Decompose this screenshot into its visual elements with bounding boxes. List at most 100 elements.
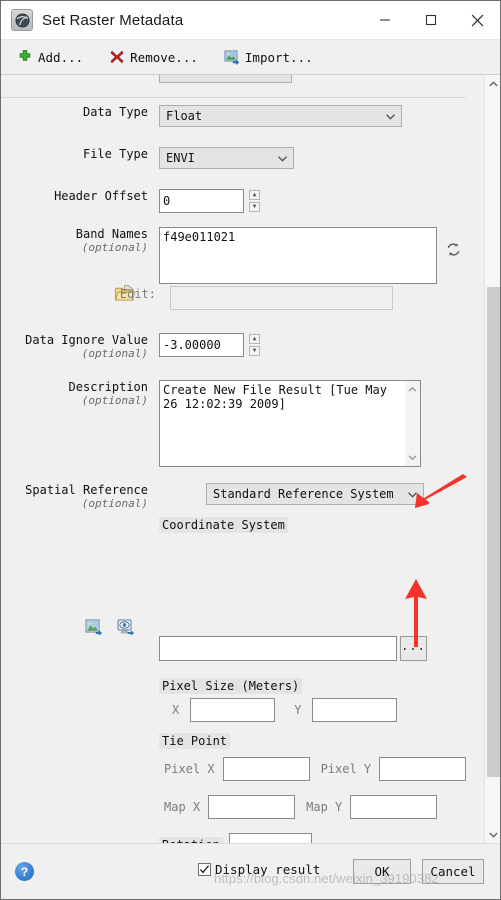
close-button[interactable]: [454, 1, 500, 40]
scrollbar-thumb[interactable]: [487, 287, 500, 777]
band-names-label-text: Band Names: [75, 227, 148, 241]
band-names-label: Band Names (optional): [1, 227, 148, 255]
data-ignore-value-stepper[interactable]: ▲ ▼: [249, 334, 261, 356]
spatial-reference-icons: [85, 619, 137, 641]
spatial-reference-optional: (optional): [81, 497, 148, 510]
description-scrollbar[interactable]: [405, 381, 420, 466]
remove-button[interactable]: Remove...: [109, 49, 198, 65]
tie-point-label-text: Tie Point: [159, 733, 231, 749]
data-ignore-value-optional: (optional): [81, 347, 148, 360]
stepper-up[interactable]: ▲: [249, 334, 260, 344]
header-offset-stepper[interactable]: ▲ ▼: [249, 190, 261, 212]
chevron-up-icon: [488, 80, 498, 86]
field-data-ignore-value: Data Ignore Value (optional) -3.00000 ▲ …: [1, 333, 466, 361]
tie-point-pixel-y-input[interactable]: [379, 757, 467, 781]
description-label: Description (optional): [1, 380, 148, 408]
tie-point-map-x-input[interactable]: [208, 795, 296, 819]
band-name-edit-input[interactable]: [170, 286, 393, 310]
edit-label: Edit:: [119, 287, 156, 301]
globe-icon: [11, 9, 33, 31]
data-type-combo[interactable]: Float: [159, 105, 402, 127]
field-pixel-size: X Y: [169, 698, 398, 722]
stepper-down[interactable]: ▼: [249, 202, 260, 212]
stepper-up[interactable]: ▲: [249, 190, 260, 200]
description-label-text: Description: [68, 380, 148, 394]
image-export-icon[interactable]: [85, 619, 105, 641]
data-ignore-value-label-text: Data Ignore Value: [25, 333, 148, 347]
field-file-type: File Type ENVI: [1, 147, 466, 169]
scroll-area: Data Type Float File Type ENVI Header Of…: [1, 74, 500, 843]
title-bar: Set Raster Metadata: [1, 1, 500, 40]
divider: [1, 97, 466, 98]
field-description: Description (optional) Create New File R…: [1, 380, 466, 467]
add-label: Add...: [38, 49, 84, 65]
chevron-down-icon: [408, 491, 417, 498]
clipped-control-above: [159, 75, 292, 83]
file-type-combo[interactable]: ENVI: [159, 147, 294, 169]
tie-point-pixel-x-input[interactable]: [222, 757, 310, 781]
stepper-down[interactable]: ▼: [249, 346, 260, 356]
pixel-size-x-input[interactable]: [190, 698, 276, 722]
tie-point-map-y-label: Map Y: [306, 800, 343, 814]
header-offset-input[interactable]: 0: [159, 189, 244, 213]
pixel-size-label: Pixel Size (Meters): [159, 675, 303, 694]
file-type-value: ENVI: [166, 151, 195, 165]
watermark: https://blog.csdn.net/weixin_39190382: [214, 871, 439, 886]
field-header-offset: Header Offset 0 ▲ ▼: [1, 189, 466, 213]
description-textarea[interactable]: Create New File Result [Tue May 26 12:02…: [159, 380, 421, 467]
field-coordinate-system: ...: [159, 636, 427, 661]
scrollbar-down-button[interactable]: [485, 825, 500, 843]
tie-point-pixel-x-label: Pixel X: [164, 762, 215, 776]
scrollbar-up-button[interactable]: [485, 75, 500, 93]
maximize-button[interactable]: [408, 1, 454, 40]
x-cross-icon: [109, 49, 125, 65]
window-controls: [362, 1, 500, 40]
spatial-reference-label-text: Spatial Reference: [25, 483, 148, 497]
chevron-down-icon: [488, 832, 498, 838]
minimize-button[interactable]: [362, 1, 408, 40]
tie-point-pixel-y-label: Pixel Y: [320, 762, 372, 776]
help-button[interactable]: ?: [15, 862, 34, 881]
field-spatial-reference: Spatial Reference (optional) Standard Re…: [1, 483, 466, 511]
view-export-icon[interactable]: [117, 619, 137, 641]
plus-icon: [17, 49, 33, 65]
spatial-reference-value: Standard Reference System: [213, 487, 394, 501]
checkmark-icon: [199, 865, 210, 874]
checkbox-box[interactable]: [198, 863, 211, 876]
add-button[interactable]: Add...: [17, 49, 83, 65]
field-band-names: Band Names (optional) f49e011021: [1, 227, 466, 284]
rotation-input[interactable]: [228, 833, 312, 843]
coordinate-system-label: Coordinate System: [159, 514, 288, 533]
field-band-name-edit: Edit:: [1, 286, 466, 310]
coordinate-system-label-text: Coordinate System: [159, 517, 288, 533]
import-button[interactable]: Import...: [224, 49, 313, 65]
form-scrollbar[interactable]: [484, 75, 500, 843]
chevron-down-icon: [386, 113, 395, 120]
tie-point-label: Tie Point: [159, 730, 231, 749]
coordinate-system-browse-button[interactable]: ...: [400, 636, 427, 661]
remove-label: Remove...: [130, 49, 198, 65]
set-raster-metadata-dialog: Set Raster Metadata Add... Remove... Imp…: [0, 0, 501, 900]
tie-point-map-x-label: Map X: [164, 800, 201, 814]
field-rotation: Rotation: [159, 833, 312, 843]
field-tie-point-map: Map X Map Y: [161, 795, 438, 819]
data-ignore-value-input[interactable]: -3.00000: [159, 333, 244, 357]
band-names-textarea[interactable]: f49e011021: [159, 227, 437, 284]
field-tie-point-pixel: Pixel X Pixel Y: [161, 757, 467, 781]
coordinate-system-input[interactable]: [159, 636, 397, 661]
import-image-icon: [224, 49, 240, 65]
pixel-size-y-input[interactable]: [312, 698, 398, 722]
file-type-label: File Type: [82, 147, 148, 161]
import-label: Import...: [244, 49, 313, 65]
toolbar: Add... Remove... Import...: [1, 40, 500, 74]
data-ignore-value-label: Data Ignore Value (optional): [1, 333, 148, 361]
metadata-form: Data Type Float File Type ENVI Header Of…: [1, 75, 484, 843]
window-title: Set Raster Metadata: [42, 11, 184, 29]
description-optional: (optional): [81, 394, 148, 407]
spatial-reference-combo[interactable]: Standard Reference System: [206, 483, 424, 505]
header-offset-label: Header Offset: [54, 189, 148, 203]
chevron-up-icon: [408, 386, 417, 392]
band-names-optional: (optional): [81, 241, 148, 254]
refresh-icon[interactable]: [445, 241, 462, 262]
tie-point-map-y-input[interactable]: [350, 795, 438, 819]
